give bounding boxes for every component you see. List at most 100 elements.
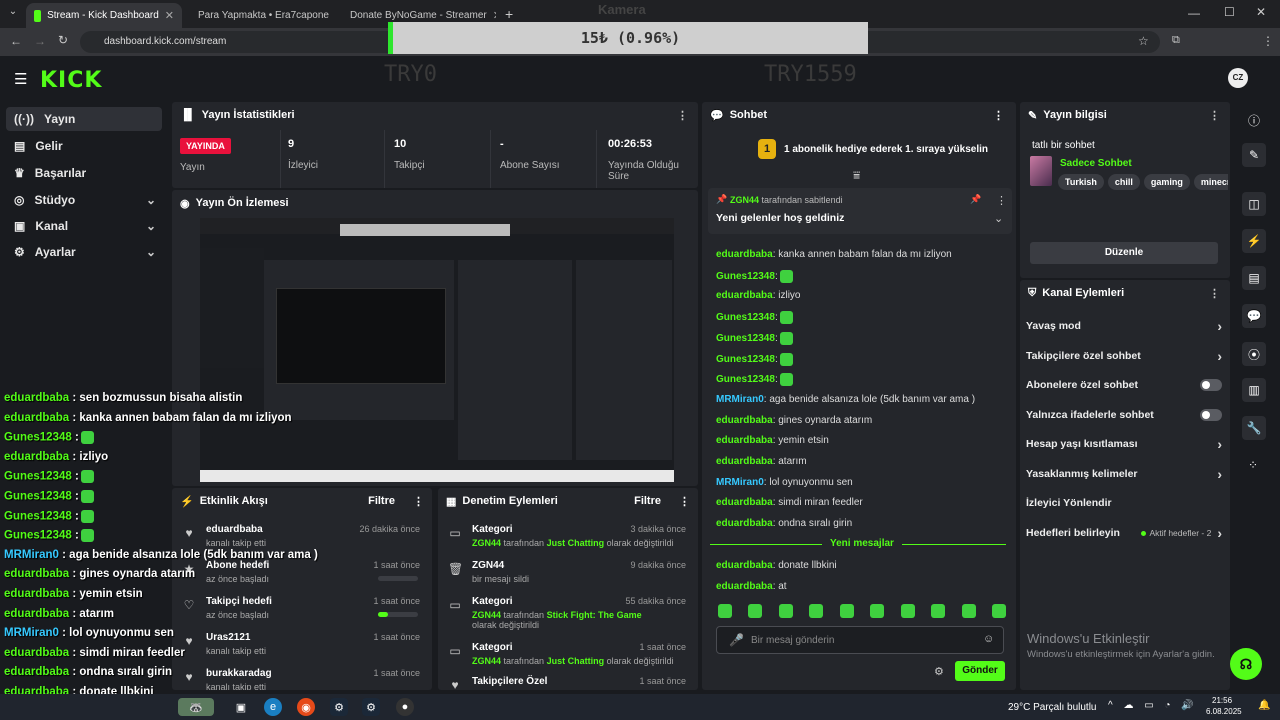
chat-settings-icon[interactable]: ⚙ [934,665,944,678]
obs-icon[interactable]: ● [396,698,414,716]
maximize-button[interactable]: ☐ [1224,5,1235,19]
broadcast-icon[interactable]: ⦿ [1242,342,1266,366]
chat-username[interactable]: MRMiran0 [716,394,764,405]
edit-stream-info-button[interactable]: Düzenle [1030,242,1218,264]
channel-action-item[interactable]: Hesap yaşı kısıtlaması › [1026,434,1222,454]
kick-logo[interactable]: KICK [40,68,102,93]
back-icon[interactable]: ← [10,34,22,48]
minimize-button[interactable]: — [1188,6,1200,20]
emoji-picker-icon[interactable]: ☺ [983,633,994,645]
chat-username[interactable]: Gunes12348 [716,271,775,282]
chat-username[interactable]: eduardbaba [716,518,773,529]
chevron-down-icon[interactable]: ⌄ [994,212,1003,225]
close-tab-icon[interactable]: ✕ [165,9,174,22]
channel-action-item[interactable]: Yasaklanmış kelimeler › [1026,464,1222,484]
user-avatar[interactable]: CZ [1228,68,1248,88]
more-options-icon[interactable]: ⋮ [1209,109,1220,122]
task-view-icon[interactable]: ▣ [232,698,250,716]
clock-date[interactable]: 6.08.2025 [1206,707,1242,716]
sidebar-item-basarilar[interactable]: ♛ Başarılar [6,161,162,185]
unpin-icon[interactable]: 📌 [970,194,981,205]
new-tab-button[interactable]: + [505,6,513,22]
quick-emote-icon[interactable] [718,604,732,618]
tab-kick-dashboard[interactable]: Stream - Kick Dashboard ✕ [26,3,182,28]
stream-preview-video[interactable] [200,218,674,482]
edit-icon[interactable]: ✎ [1242,143,1266,167]
chat-username[interactable]: Gunes12348 [716,333,775,344]
channel-action-item[interactable]: Hedefleri belirleyin Aktif hedefler - 2 › [1026,523,1222,543]
quick-emote-icon[interactable] [870,604,885,618]
clock-time[interactable]: 21:56 [1212,696,1232,705]
bookmark-star-icon[interactable]: ☆ [1138,34,1149,48]
quick-emote-icon[interactable] [961,604,976,618]
hamburger-menu-icon[interactable]: ☰ [14,70,27,88]
collapse-icon[interactable]: ⩸ [853,168,860,183]
channel-action-item[interactable]: Yavaş mod › [1026,316,1222,336]
chat-icon[interactable]: 💬 [1242,304,1266,328]
toggle-switch[interactable] [1200,379,1222,391]
more-options-icon[interactable]: ⋮ [1209,287,1220,300]
chat-username[interactable]: eduardbaba [716,290,773,301]
steam-icon[interactable]: ⚙ [330,698,348,716]
channel-action-item[interactable]: Takipçilere özel sohbet › [1026,346,1222,366]
quick-emote-icon[interactable] [778,604,793,618]
sidebar-item-studyo[interactable]: ◎ Stüdyo ⌄ [6,188,162,212]
more-options-icon[interactable]: ⋮ [677,109,688,122]
sidebar-item-gelir[interactable]: ▤ Gelir [6,134,162,158]
channel-action-item[interactable]: Abonelere özel sohbet [1026,375,1222,395]
more-options-icon[interactable]: ⋮ [996,194,1007,207]
lightning-icon[interactable]: ⚡ [1242,229,1266,253]
close-tab-icon[interactable]: ✕ [493,9,496,22]
quick-emote-icon[interactable] [748,604,763,618]
chat-username[interactable]: Gunes12348 [716,354,775,365]
more-options-icon[interactable]: ⋮ [413,495,424,508]
send-button[interactable]: Gönder [955,661,1005,681]
close-window-button[interactable]: ✕ [1256,5,1266,19]
stack-icon[interactable]: ▥ [1242,378,1266,402]
chat-username[interactable]: eduardbaba [716,497,773,508]
quick-emote-icon[interactable] [931,604,946,618]
channel-action-item[interactable]: İzleyici Yönlendir [1026,493,1222,513]
info-icon[interactable]: ⓘ [1248,112,1260,129]
chat-username[interactable]: Gunes12348 [716,374,775,385]
chat-username[interactable]: MRMiran0 [716,477,764,488]
chrome-icon[interactable]: ◉ [297,698,315,716]
quick-emote-icon[interactable] [809,604,824,618]
category-name[interactable]: Sadece Sohbet [1060,158,1132,169]
filter-button[interactable]: Filtre [368,495,395,507]
chat-username[interactable]: Gunes12348 [716,312,775,323]
forward-icon[interactable]: → [34,34,46,48]
chat-username[interactable]: eduardbaba [716,249,773,260]
system-tray-icons[interactable]: ^ ☁ ▭ ◔ 🔊 [1108,700,1198,711]
weather-text[interactable]: 29°C Parçalı bulutlu [1008,702,1097,713]
tab-menu-icon[interactable]: ⌄ [6,6,20,20]
apps-icon[interactable]: ⁘ [1248,458,1258,472]
mic-icon[interactable]: 🎤 [729,633,744,647]
notifications-icon[interactable]: 🔔 [1258,700,1270,711]
quick-emote-icon[interactable] [991,604,1006,618]
reload-icon[interactable]: ↻ [58,33,68,47]
sidebar-item-kanal[interactable]: ▣ Kanal ⌄ [6,214,162,238]
chat-username[interactable]: eduardbaba [716,456,773,467]
menu-icon[interactable]: ⋮ [1262,34,1274,48]
chat-input[interactable]: 🎤 Bir mesaj gönderin ☺ [716,626,1004,654]
support-chat-button[interactable]: ☊ [1230,648,1262,680]
channel-action-item[interactable]: Yalnızca ifadelerle sohbet [1026,405,1222,425]
extensions-icon[interactable]: ⧉ [1172,34,1180,47]
toggle-switch[interactable] [1200,408,1222,421]
quick-emote-icon[interactable] [839,604,854,618]
chat-username[interactable]: eduardbaba [716,435,773,446]
more-options-icon[interactable]: ⋮ [679,495,690,508]
chat-username[interactable]: eduardbaba [716,415,773,426]
camera-icon[interactable]: ◫ [1242,192,1266,216]
sidebar-item-ayarlar[interactable]: ⚙ Ayarlar ⌄ [6,240,162,264]
more-options-icon[interactable]: ⋮ [993,109,1004,122]
wrench-icon[interactable]: 🔧 [1242,416,1266,440]
edge-icon[interactable]: e [264,698,282,716]
pinned-message[interactable]: 📌 ZGN44 tarafından sabitlendi 📌 ⋮ Yeni g… [708,188,1012,234]
tab-era7capone[interactable]: Para Yapmakta • Era7capone ✕ [184,3,334,28]
sidebar-item-yayin[interactable]: ((·)) Yayın [6,107,162,131]
quick-emote-icon[interactable] [900,604,915,618]
chat-username[interactable]: eduardbaba [716,581,773,592]
document-icon[interactable]: ▤ [1242,266,1266,290]
